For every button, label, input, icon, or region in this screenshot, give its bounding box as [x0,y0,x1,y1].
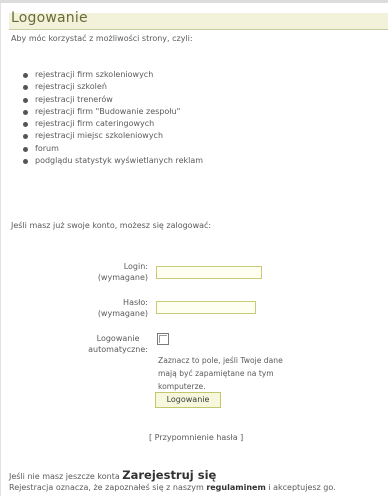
login-input[interactable] [156,266,262,279]
list-item: rejestracji szkoleń [23,81,203,93]
features-list: rejestracji firm szkoleniowych rejestrac… [23,69,203,167]
register-link[interactable]: Zarejestruj się [122,468,216,482]
reminder-close-bracket: ] [237,433,244,442]
feature-label: rejestracji szkoleń [35,82,107,92]
list-item: rejestracji firm szkoleniowych [23,69,203,81]
feature-label: rejestracji firm "Budowanie zespołu" [35,106,181,116]
password-reminder-link[interactable]: Przypomnienie hasła [155,433,238,442]
login-required-note: (wymagane) [97,273,148,282]
terms-line: Rejestracja oznacza, że zapoznałeś się z… [9,483,336,492]
login-label: Login: (wymagane) [98,261,148,283]
password-label-text: Hasło: [123,298,148,307]
password-reminder: [ Przypomnienie hasła ] [149,433,243,442]
bullet-icon [23,122,28,128]
login-label-text: Login: [123,262,148,271]
bullet-icon [23,146,28,152]
bullet-icon [23,134,28,140]
auto-login-checkbox[interactable] [157,333,169,345]
password-input[interactable] [156,301,256,314]
terms-prefix: Rejestracja oznacza, że zapoznałeś się z… [9,483,207,492]
feature-label: rejestracji trenerów [35,94,113,104]
feature-label: rejestracji firm cateringowych [35,119,155,129]
terms-link[interactable]: regulaminem [206,483,265,492]
list-item: forum [23,143,203,155]
bullet-icon [23,97,28,103]
page-title: Logowanie [11,10,88,26]
login-page: Logowanie Aby móc korzystać z możliwości… [0,3,388,496]
list-item: rejestracji miejsc szkoleniowych [23,130,203,142]
auto-login-label: Logowanie automatyczne: [88,333,148,355]
auto-login-label-line1: Logowanie [96,334,140,343]
password-required-note: (wymagane) [97,309,148,318]
list-item: rejestracji trenerów [23,94,203,106]
title-bar: Logowanie [9,10,388,30]
login-prompt: Jeśli masz już swoje konto, możesz się z… [11,221,212,230]
login-button[interactable]: Logowanie [155,392,221,408]
feature-label: rejestracji firm szkoleniowych [35,70,154,79]
feature-label: rejestracji miejsc szkoleniowych [35,131,164,141]
register-prefix: Jeśli nie masz jeszcze konta [9,472,123,481]
bullet-icon [23,109,28,115]
terms-suffix: i akceptujesz go. [265,483,336,492]
register-line: Jeśli nie masz jeszcze konta Zarejestruj… [9,468,216,482]
bullet-icon [23,73,28,78]
feature-label: podglądu statystyk wyświetlanych reklam [35,156,204,166]
bullet-icon [23,85,28,91]
list-item: rejestracji firm "Budowanie zespołu" [23,106,203,118]
list-item: rejestracji firm cateringowych [23,118,203,130]
password-label: Hasło: (wymagane) [98,297,148,319]
intro-text: Aby móc korzystać z możliwości strony, c… [11,34,193,43]
auto-login-label-line2: automatyczne: [88,345,148,354]
auto-login-hint: Zaznacz to pole, jeśli Twoje dane mają b… [158,356,283,391]
feature-label: forum [35,143,59,153]
bullet-icon [23,159,28,165]
list-item: podglądu statystyk wyświetlanych reklam [23,155,203,167]
